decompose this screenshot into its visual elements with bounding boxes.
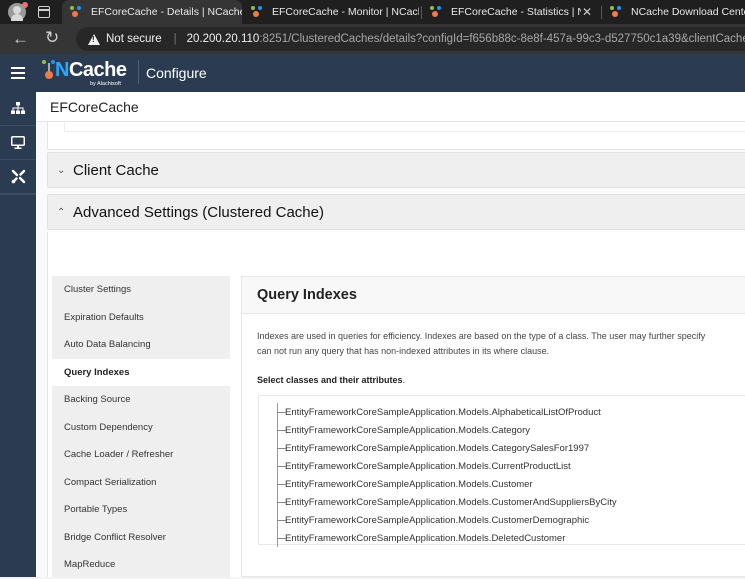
subnav-item[interactable]: Cluster Settings: [52, 276, 230, 304]
tree-branch-line: [275, 421, 287, 439]
tree-branch-line: [275, 493, 287, 511]
page-header: EFCoreCache: [36, 92, 745, 122]
page-title: EFCoreCache: [50, 99, 139, 115]
reload-icon[interactable]: ↻: [45, 28, 59, 48]
tree-item[interactable]: EntityFrameworkCoreSampleApplication.Mod…: [277, 511, 590, 529]
tree-item[interactable]: EntityFrameworkCoreSampleApplication.Mod…: [277, 439, 590, 457]
browser-tab-details[interactable]: EFCoreCache - Details | NCache ✕: [62, 0, 242, 24]
class-name: EntityFrameworkCoreSampleApplication.Mod…: [285, 496, 617, 508]
main-content: EFCoreCache ⌄ Client Cache ⌃ Advanced Se…: [36, 92, 745, 577]
tree-branch-line: [275, 403, 287, 421]
tab-title: NCache Download Center: [631, 6, 745, 18]
tools-icon: [11, 169, 25, 184]
previous-section-inner: [64, 122, 745, 132]
app-header: NCache by Alachisoft Configure: [0, 54, 745, 92]
tab-actions-icon[interactable]: [38, 6, 50, 18]
class-name: EntityFrameworkCoreSampleApplication.Mod…: [285, 424, 530, 436]
rail-divider: [0, 194, 36, 195]
subnav-item[interactable]: Compact Serialization: [52, 469, 230, 497]
panel-description: Indexes are used in queries for efficien…: [257, 329, 745, 359]
query-indexes-panel: Query Indexes Indexes are used in querie…: [241, 276, 745, 577]
subnav-item[interactable]: Custom Dependency: [52, 414, 230, 442]
tab-title: EFCoreCache - Monitor | NCache: [272, 6, 419, 18]
subnav-item[interactable]: Auto Data Balancing: [52, 331, 230, 359]
close-tab-icon[interactable]: ✕: [582, 5, 592, 19]
sitemap-icon: [11, 102, 25, 114]
subnav-item[interactable]: Expiration Defaults: [52, 304, 230, 332]
logo-text: NCache: [55, 59, 127, 81]
tree-item[interactable]: EntityFrameworkCoreSampleApplication.Mod…: [277, 421, 530, 439]
select-label-bold: Select classes and their attributes: [257, 375, 403, 385]
subnav-item[interactable]: Query Indexes: [52, 358, 230, 386]
security-status[interactable]: Not secure: [106, 33, 162, 45]
tree-item[interactable]: EntityFrameworkCoreSampleApplication.Mod…: [277, 403, 601, 421]
address-bar[interactable]: Not secure | 20.200.20.110:8251/Clustere…: [76, 27, 745, 51]
browser-tab-monitor[interactable]: EFCoreCache - Monitor | NCache ✕: [243, 0, 419, 24]
rail-item-topology[interactable]: [0, 92, 36, 126]
monitor-icon: [11, 136, 25, 149]
url-separator: |: [173, 33, 177, 45]
class-tree[interactable]: EntityFrameworkCoreSampleApplication.Mod…: [258, 395, 745, 547]
tree-branch-line: [275, 511, 287, 529]
class-name: EntityFrameworkCoreSampleApplication.Mod…: [285, 532, 566, 544]
app-section-title: Configure: [146, 65, 207, 81]
subnav-item[interactable]: MapReduce: [52, 551, 230, 579]
tree-branch-line: [275, 529, 287, 547]
tree-item[interactable]: EntityFrameworkCoreSampleApplication.Mod…: [277, 529, 566, 547]
select-classes-label: Select classes and their attributes.: [257, 375, 405, 385]
panel-header: Query Indexes: [242, 277, 745, 314]
class-name: EntityFrameworkCoreSampleApplication.Mod…: [285, 406, 601, 418]
previous-section-body: [47, 122, 745, 150]
chevron-up-icon: ⌃: [57, 206, 66, 218]
tree-branch-line: [275, 475, 287, 493]
tree-item[interactable]: EntityFrameworkCoreSampleApplication.Mod…: [277, 457, 571, 475]
url-host: 20.200.20.110: [186, 33, 260, 45]
class-name: EntityFrameworkCoreSampleApplication.Mod…: [285, 460, 571, 472]
tree-item[interactable]: EntityFrameworkCoreSampleApplication.Mod…: [277, 475, 533, 493]
subnav-item[interactable]: Bridge Conflict Resolver: [52, 524, 230, 552]
logo-byline: by Alachisoft: [90, 81, 121, 87]
accordion-label: Advanced Settings (Clustered Cache): [73, 203, 324, 221]
accordion-client-cache[interactable]: ⌄ Client Cache: [47, 152, 745, 188]
advanced-settings-nav: Cluster Settings Expiration Defaults Auto …: [52, 276, 230, 577]
url-path: :8251/ClusteredCaches/details?configId=f…: [259, 33, 745, 45]
tab-title: EFCoreCache - Details | NCache: [91, 6, 242, 18]
subnav-item[interactable]: Backing Source: [52, 386, 230, 414]
browser-toolbar: ← ↻ Not secure | 20.200.20.110:8251/Clus…: [0, 24, 745, 54]
ncache-favicon-icon: [610, 6, 622, 18]
left-rail: [0, 92, 36, 577]
accordion-advanced-settings[interactable]: ⌃ Advanced Settings (Clustered Cache): [47, 194, 745, 230]
tree-item[interactable]: EntityFrameworkCoreSampleApplication.Mod…: [277, 493, 617, 511]
ncache-favicon-icon: [70, 6, 82, 18]
class-name: EntityFrameworkCoreSampleApplication.Mod…: [285, 478, 533, 490]
description-line: Indexes are used in queries for efficien…: [257, 331, 706, 341]
ncache-favicon-icon: [430, 6, 442, 18]
subnav-item[interactable]: Cache Loader / Refresher: [52, 441, 230, 469]
class-name: EntityFrameworkCoreSampleApplication.Mod…: [285, 442, 590, 454]
back-icon[interactable]: ←: [12, 29, 29, 49]
profile-avatar-icon[interactable]: [8, 2, 28, 21]
menu-icon[interactable]: [11, 67, 25, 79]
browser-tab-statistics[interactable]: EFCoreCache - Statistics | NCache ✕: [422, 0, 600, 24]
rail-item-tools[interactable]: [0, 160, 36, 194]
tab-title: EFCoreCache - Statistics | NCache: [451, 6, 581, 18]
select-label-suffix: .: [402, 375, 406, 385]
browser-tab-download-center[interactable]: NCache Download Center: [602, 0, 745, 24]
logo-molecule-icon: [42, 60, 56, 80]
subnav-item[interactable]: Portable Types: [52, 496, 230, 524]
description-line: can not run any query that has non-index…: [257, 346, 550, 356]
warning-icon[interactable]: [88, 33, 100, 45]
accordion-label: Client Cache: [73, 161, 159, 179]
class-name: EntityFrameworkCoreSampleApplication.Mod…: [285, 514, 590, 526]
rail-item-monitor[interactable]: [0, 126, 36, 160]
chevron-down-icon: ⌄: [57, 164, 66, 176]
tree-branch-line: [275, 457, 287, 475]
panel-title: Query Indexes: [257, 287, 357, 303]
ncache-favicon-icon: [251, 6, 263, 18]
tree-branch-line: [275, 439, 287, 457]
browser-tab-strip: EFCoreCache - Details | NCache ✕ EFCoreC…: [0, 0, 745, 24]
header-divider: [138, 60, 139, 84]
ncache-logo[interactable]: NCache by Alachisoft: [42, 58, 132, 88]
